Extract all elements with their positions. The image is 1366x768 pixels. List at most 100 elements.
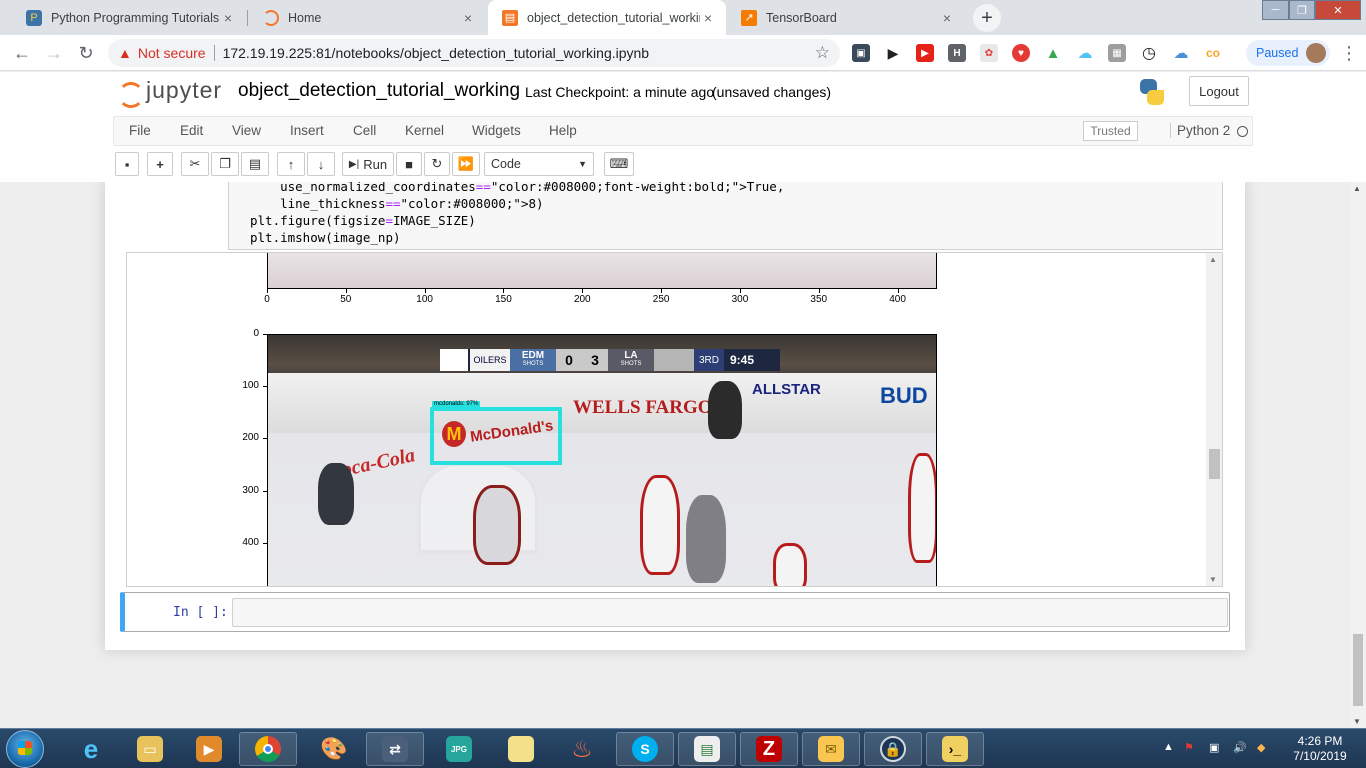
new-tab-button[interactable]: + <box>973 4 1001 32</box>
empty-code-cell[interactable]: In [ ]: <box>120 592 1230 632</box>
menu-widgets[interactable]: Widgets <box>472 123 521 138</box>
clock-icon[interactable]: ◷ <box>1140 44 1158 62</box>
code-input[interactable] <box>232 598 1228 627</box>
network-icon[interactable]: ▣ <box>1209 741 1219 754</box>
menu-kernel[interactable]: Kernel <box>405 123 444 138</box>
taskbar-ie[interactable]: e <box>62 732 120 766</box>
menu-file[interactable]: File <box>129 123 151 138</box>
cloud-sync-icon[interactable]: ☁ <box>1172 44 1190 62</box>
menu-edit[interactable]: Edit <box>180 123 203 138</box>
taskbar-chrome[interactable] <box>239 732 297 766</box>
tab-separator <box>247 10 248 26</box>
h-extension-icon[interactable]: H <box>948 44 966 62</box>
scrollbar-thumb[interactable] <box>1353 634 1363 706</box>
tab-object-detection-tutorial-working[interactable]: ▤ object_detection_tutorial_working × <box>488 0 726 35</box>
save-icon[interactable]: ▪ <box>115 152 139 176</box>
url-text[interactable]: 172.19.19.225:81/notebooks/object_detect… <box>223 45 650 61</box>
close-icon[interactable]: × <box>460 10 476 26</box>
jupyter-wordmark: jupyter <box>146 77 223 103</box>
minimize-button[interactable]: ─ <box>1262 0 1289 20</box>
close-window-button[interactable]: ✕ <box>1315 0 1361 20</box>
keyboard-icon[interactable]: ⌨ <box>604 152 634 176</box>
kernel-name: Python 2 <box>1170 123 1230 138</box>
system-clock[interactable]: 4:26 PM 7/10/2019 <box>1288 734 1352 764</box>
taskbar-explorer[interactable]: ▭ <box>121 732 179 766</box>
flag-icon[interactable]: ⚑ <box>1184 741 1194 754</box>
paste-icon[interactable]: ▤ <box>241 152 269 176</box>
stop-icon[interactable]: ■ <box>396 152 422 176</box>
taskbar-filezilla[interactable]: Z <box>740 732 798 766</box>
fast-forward-icon[interactable]: ⏩ <box>452 152 480 176</box>
forward-icon[interactable]: → <box>42 41 66 65</box>
maximize-button[interactable]: ❐ <box>1289 0 1315 20</box>
trusted-indicator[interactable]: Trusted <box>1083 121 1138 141</box>
menu-cell[interactable]: Cell <box>353 123 376 138</box>
bookmark-star-icon[interactable]: ☆ <box>815 43 830 63</box>
taskbar-remote[interactable]: ⇄ <box>366 732 424 766</box>
copy-icon[interactable]: ❐ <box>211 152 239 176</box>
taskbar-paint[interactable]: 🎨 <box>305 732 363 766</box>
ad-allstar: ALLSTAR <box>752 381 821 398</box>
back-icon[interactable]: ← <box>10 41 34 65</box>
play-icon[interactable]: ▶ <box>884 44 902 62</box>
output-scrollbar[interactable]: ▲ ▼ <box>1206 253 1222 586</box>
image-icon[interactable]: ▦ <box>1108 44 1126 62</box>
menu-help[interactable]: Help <box>549 123 577 138</box>
output-area[interactable]: 0 50 100 150 200 250 300 350 400 0 100 200 300 400 W… <box>126 252 1223 587</box>
extension-icon[interactable]: ▣ <box>852 44 870 62</box>
cell-type-select[interactable]: Code ▼ <box>484 152 594 176</box>
y-tick-mark <box>263 438 267 440</box>
taskbar-skype[interactable]: S <box>616 732 674 766</box>
close-icon[interactable]: × <box>220 10 236 26</box>
scroll-down-icon[interactable]: ▼ <box>1353 717 1361 726</box>
co-extension-icon[interactable]: co <box>1204 44 1222 62</box>
taskbar-cmd[interactable]: ›_ <box>926 732 984 766</box>
extension-badge-icon[interactable]: ✿ <box>980 44 998 62</box>
menu-view[interactable]: View <box>232 123 261 138</box>
taskbar-spreadsheet[interactable]: ▤ <box>678 732 736 766</box>
restart-icon[interactable]: ↻ <box>424 152 450 176</box>
more-menu-icon[interactable]: ⋮ <box>1340 43 1358 64</box>
insert-cell-icon[interactable]: + <box>147 152 173 176</box>
jupyter-logo[interactable]: jupyter <box>118 77 223 108</box>
reload-icon[interactable]: ↻ <box>74 41 98 65</box>
profile-button[interactable]: Paused <box>1246 40 1330 66</box>
close-icon[interactable]: × <box>700 10 716 26</box>
tab-home[interactable]: Home × <box>249 0 486 35</box>
taskbar-notes[interactable] <box>492 732 550 766</box>
scroll-down-icon[interactable]: ▼ <box>1209 575 1217 584</box>
code-cell-editor[interactable]: use_normalized_coordinates=="color:#0080… <box>228 182 1223 250</box>
internet-explorer-icon: e <box>83 733 99 764</box>
pocket-icon[interactable]: ♥ <box>1012 44 1030 62</box>
volume-icon[interactable]: 🔊 <box>1233 741 1247 754</box>
cut-icon[interactable]: ✂ <box>181 152 209 176</box>
taskbar-app[interactable]: ♨ <box>553 732 611 766</box>
taskbar-media-player[interactable]: ▶ <box>180 732 238 766</box>
scroll-up-icon[interactable]: ▲ <box>1353 184 1361 193</box>
x-tick-mark <box>818 289 820 293</box>
move-down-icon[interactable]: ↓ <box>307 152 335 176</box>
move-up-icon[interactable]: ↑ <box>277 152 305 176</box>
tab-tensorboard[interactable]: ↗ TensorBoard × <box>727 0 965 35</box>
address-bar[interactable]: ▲ Not secure 172.19.19.225:81/notebooks/… <box>108 39 840 67</box>
logout-button[interactable]: Logout <box>1189 76 1249 106</box>
code-line: line_thickness=="color:#008000;">8) <box>250 195 1222 212</box>
page-scrollbar[interactable]: ▲ ▼ <box>1350 182 1366 728</box>
scroll-up-icon[interactable]: ▲ <box>1209 255 1217 264</box>
tab-python-programming-tutorials[interactable]: P Python Programming Tutorials × <box>12 0 246 35</box>
menu-insert[interactable]: Insert <box>290 123 324 138</box>
start-button[interactable] <box>6 730 44 768</box>
drive-icon[interactable]: ▲ <box>1044 44 1062 62</box>
run-button[interactable]: ▶| Run <box>342 152 394 176</box>
youtube-icon[interactable]: ▶ <box>916 44 934 62</box>
cloud-icon[interactable]: ☁ <box>1076 44 1094 62</box>
nhl-logo-icon <box>440 349 468 371</box>
taskbar-keepass[interactable]: 🔒 <box>864 732 922 766</box>
notebook-name[interactable]: object_detection_tutorial_working <box>238 80 520 102</box>
taskbar-outlook[interactable]: ✉ <box>802 732 860 766</box>
app-tray-icon[interactable]: ◆ <box>1257 741 1265 754</box>
taskbar-jpg-viewer[interactable]: JPG <box>430 732 488 766</box>
close-icon[interactable]: × <box>939 10 955 26</box>
scrollbar-thumb[interactable] <box>1209 449 1220 479</box>
tray-expand-icon[interactable]: ▲ <box>1163 741 1174 753</box>
